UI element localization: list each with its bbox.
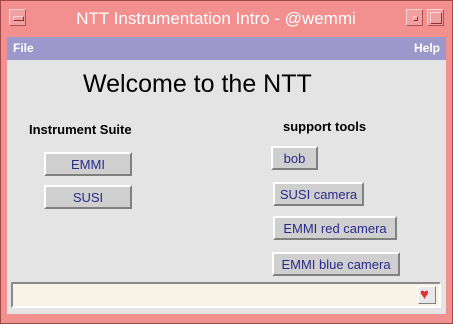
emmi-blue-camera-button[interactable]: EMMI blue camera [272, 252, 400, 276]
title-bar[interactable]: NTT Instrumentation Intro - @wemmi [6, 6, 447, 32]
page-title: Welcome to the NTT [83, 70, 312, 98]
menu-file[interactable]: File [13, 41, 34, 55]
heart-icon: ♥ [420, 286, 429, 303]
susi-camera-button[interactable]: SUSI camera [273, 182, 364, 206]
status-bar: ♥ [11, 282, 441, 308]
heart-button[interactable]: ♥ [418, 286, 436, 304]
support-tools-label: support tools [283, 119, 367, 134]
application-window: NTT Instrumentation Intro - @wemmi File … [0, 0, 453, 324]
menu-help[interactable]: Help [414, 41, 440, 55]
bob-button[interactable]: bob [271, 146, 318, 170]
menu-bar: File Help [7, 37, 446, 60]
instrument-suite-label: Instrument Suite [29, 122, 132, 137]
minimize-button[interactable] [406, 9, 423, 26]
window-menu-button[interactable] [9, 9, 26, 26]
emmi-button[interactable]: EMMI [44, 152, 132, 176]
susi-button[interactable]: SUSI [44, 185, 132, 209]
maximize-button[interactable] [427, 9, 444, 26]
emmi-red-camera-button[interactable]: EMMI red camera [273, 216, 397, 240]
main-panel: Welcome to the NTT Instrument Suite EMMI… [7, 60, 446, 314]
window-title: NTT Instrumentation Intro - @wemmi [76, 9, 356, 28]
